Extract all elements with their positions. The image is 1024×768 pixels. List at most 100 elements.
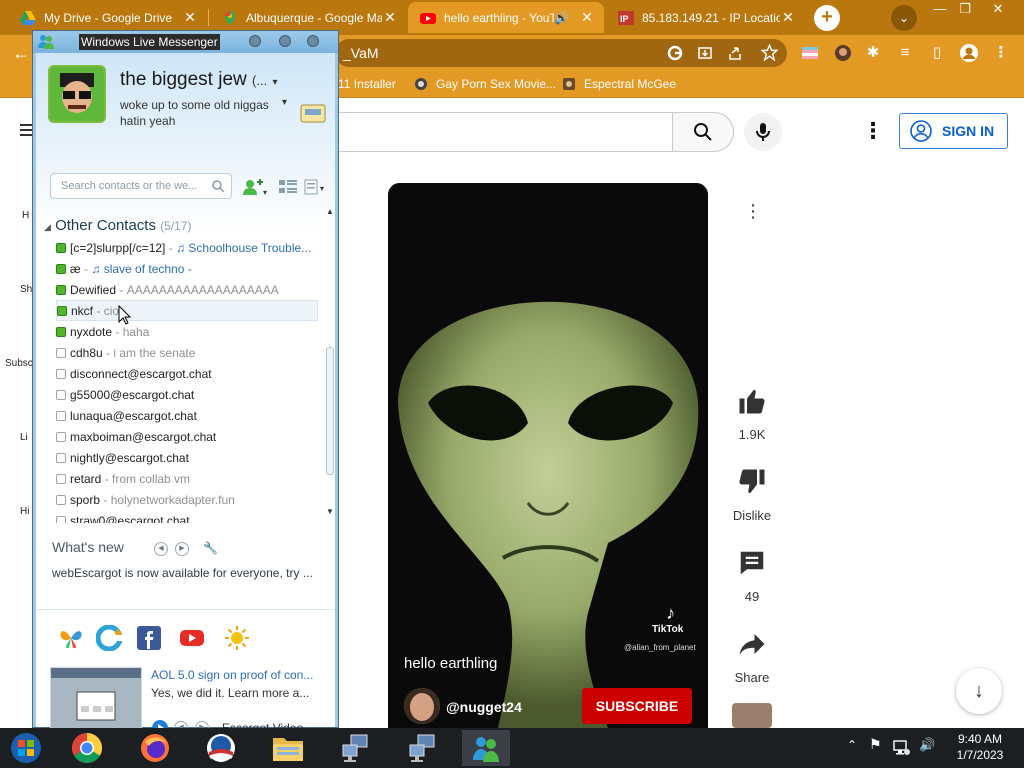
contact-row[interactable]: nightly@escargot.chat xyxy=(56,447,318,468)
personal-status-message[interactable]: woke up to some old niggas hatin yeah xyxy=(120,97,290,129)
comments-button[interactable]: 49 xyxy=(727,548,777,604)
dislike-button[interactable]: Dislike xyxy=(727,467,777,523)
back-arrow-icon[interactable]: ← xyxy=(10,42,32,64)
contact-row[interactable]: [c=2]slurpp[/c=12] - ♫ Schoolhouse Troub… xyxy=(56,237,318,258)
google-lens-icon[interactable] xyxy=(667,45,683,61)
taskbar-messenger[interactable] xyxy=(462,730,510,766)
share-button[interactable]: Share xyxy=(727,629,777,685)
settings-menu-icon[interactable]: ⋮ xyxy=(862,118,884,144)
contact-row[interactable]: nyxdote - haha xyxy=(56,321,318,342)
sign-in-button[interactable]: SIGN IN xyxy=(899,113,1008,149)
bookmark-item[interactable]: Gay Porn Sex Movie... xyxy=(414,77,556,91)
status-message-dropdown-icon[interactable]: ▾ xyxy=(282,97,287,108)
sidebar-label-history[interactable]: Hi xyxy=(20,506,29,517)
new-tab-button[interactable]: + xyxy=(814,5,840,31)
contact-row[interactable]: g55000@escargot.chat xyxy=(56,384,318,405)
tab-ip-location[interactable]: IP 85.183.149.21 - IP Location ✕ xyxy=(606,2,804,33)
restore-button[interactable]: ❐ xyxy=(950,0,980,18)
tab-close-icon[interactable]: ✕ xyxy=(780,9,796,26)
channel-avatar[interactable] xyxy=(404,688,440,724)
taskbar-network-app-2[interactable] xyxy=(402,730,442,766)
user-display-name[interactable]: the biggest jew (... ▾ xyxy=(120,69,278,91)
contact-row[interactable]: retard - from collab vm xyxy=(56,468,318,489)
bookmark-item[interactable]: 11 Installer xyxy=(338,77,396,91)
messenger-maximize-button[interactable] xyxy=(279,35,291,47)
mail-inbox-icon[interactable] xyxy=(299,101,327,125)
media-controls-icon[interactable]: ≡ xyxy=(894,42,916,64)
window-close-button[interactable]: ✕ xyxy=(983,0,1013,18)
user-display-picture[interactable] xyxy=(48,65,106,123)
video-more-icon[interactable]: ⋮ xyxy=(744,201,762,222)
side-panel-icon[interactable]: ▯ xyxy=(926,42,948,64)
chrome-menu-icon[interactable]: ⋮ xyxy=(990,42,1012,64)
next-short-thumbnail[interactable] xyxy=(732,703,772,728)
taskbar-obama-app[interactable] xyxy=(201,730,241,766)
contact-row[interactable]: æ - ♫ slave of techno - xyxy=(56,258,318,279)
add-contact-icon[interactable]: ▾ xyxy=(241,177,267,197)
shorts-video-player[interactable]: ♪ TikTok @alian_from_planet hello earthl… xyxy=(388,183,708,728)
tab-google-maps[interactable]: Albuquerque - Google Maps ✕ xyxy=(210,2,406,33)
contact-row[interactable]: sporb - holynetworkadapter.fun xyxy=(56,489,318,510)
whats-new-text[interactable]: webEscargot is now available for everyon… xyxy=(52,566,313,580)
volume-icon[interactable]: 🔊 xyxy=(919,737,935,753)
contact-row[interactable]: cdh8u - i am the senate xyxy=(56,342,318,363)
contact-row[interactable]: straw0@escargot.chat xyxy=(56,510,318,523)
extension-flag-icon[interactable] xyxy=(801,44,819,62)
contact-row[interactable]: nkcf - cio xyxy=(56,300,318,321)
address-bar[interactable]: _VaM xyxy=(335,39,787,67)
profile-icon[interactable] xyxy=(959,43,979,63)
subscribe-button[interactable]: SUBSCRIBE xyxy=(582,688,692,724)
channel-name[interactable]: @nugget24 xyxy=(446,699,522,715)
news-next-icon[interactable]: ▶ xyxy=(175,542,189,556)
sidebar-label-library[interactable]: Li xyxy=(20,432,28,443)
escargot-c-icon[interactable] xyxy=(96,625,122,651)
contact-list-scrollbar[interactable]: ▲ ▼ xyxy=(326,207,334,517)
voice-search-button[interactable] xyxy=(744,113,782,151)
tab-youtube[interactable]: hello earthling - YouTube 🔊 ✕ xyxy=(408,2,604,33)
audio-playing-icon[interactable]: 🔊 xyxy=(554,11,569,25)
extension-avatar-icon[interactable] xyxy=(834,44,852,62)
messenger-close-button[interactable] xyxy=(307,35,319,47)
contact-row[interactable]: maxboiman@escargot.chat xyxy=(56,426,318,447)
contact-search-input[interactable]: Search contacts or the we... xyxy=(50,173,232,199)
youtube-search-button[interactable] xyxy=(672,112,734,152)
action-center-flag-icon[interactable]: ⚑ xyxy=(869,736,882,753)
weather-sun-icon[interactable] xyxy=(224,625,250,651)
sidebar-label-home[interactable]: H xyxy=(22,210,29,221)
like-button[interactable]: 1.9K xyxy=(727,386,777,442)
contact-row[interactable]: lunaqua@escargot.chat xyxy=(56,405,318,426)
contact-row[interactable]: Dewified - AAAAAAAAAAAAAAAAAAA xyxy=(56,279,318,300)
news-previous-icon[interactable]: ◀ xyxy=(154,542,168,556)
contact-group-header[interactable]: ◢ Other Contacts (5/17) xyxy=(44,217,192,234)
system-clock[interactable]: 9:40 AM 1/7/2023 xyxy=(945,731,1015,763)
contact-row[interactable]: disconnect@escargot.chat xyxy=(56,363,318,384)
show-hidden-icons[interactable]: ⌃ xyxy=(847,738,857,752)
tab-google-drive[interactable]: My Drive - Google Drive ✕ xyxy=(8,2,206,33)
sidebar-label-subscriptions[interactable]: Subsc xyxy=(5,358,33,369)
bookmark-star-icon[interactable] xyxy=(761,44,778,61)
install-icon[interactable] xyxy=(697,45,713,61)
scroll-down-arrow-icon[interactable]: ↓ xyxy=(956,668,1002,714)
tab-close-icon[interactable]: ✕ xyxy=(382,9,398,26)
wrench-settings-icon[interactable]: 🔧 xyxy=(203,541,218,555)
extensions-puzzle-icon[interactable]: ✱ xyxy=(862,42,884,64)
messenger-minimize-button[interactable] xyxy=(249,35,261,47)
taskbar-chrome[interactable] xyxy=(67,730,107,766)
bookmark-item[interactable]: Espectral McGee xyxy=(562,77,676,91)
sidebar-label-shorts[interactable]: Sh xyxy=(20,284,32,295)
taskbar-network-app[interactable] xyxy=(335,730,375,766)
messenger-titlebar[interactable]: Windows Live Messenger xyxy=(33,31,338,53)
scroll-up-arrow-icon[interactable]: ▲ xyxy=(326,207,334,216)
scroll-down-arrow-icon[interactable]: ▼ xyxy=(326,507,334,516)
status-dropdown-icon[interactable]: ▾ xyxy=(272,77,277,88)
network-status-icon[interactable] xyxy=(893,740,911,756)
taskbar-firefox[interactable] xyxy=(135,730,175,766)
facebook-icon[interactable] xyxy=(136,625,162,651)
youtube-app-icon[interactable] xyxy=(179,625,205,651)
scrollbar-thumb[interactable] xyxy=(326,347,334,475)
tab-search-icon[interactable]: ⌄ xyxy=(891,5,917,31)
share-page-icon[interactable] xyxy=(727,45,743,61)
change-layout-icon[interactable] xyxy=(276,177,302,197)
tab-close-icon[interactable]: ✕ xyxy=(182,9,198,26)
taskbar-file-explorer[interactable] xyxy=(268,730,308,766)
